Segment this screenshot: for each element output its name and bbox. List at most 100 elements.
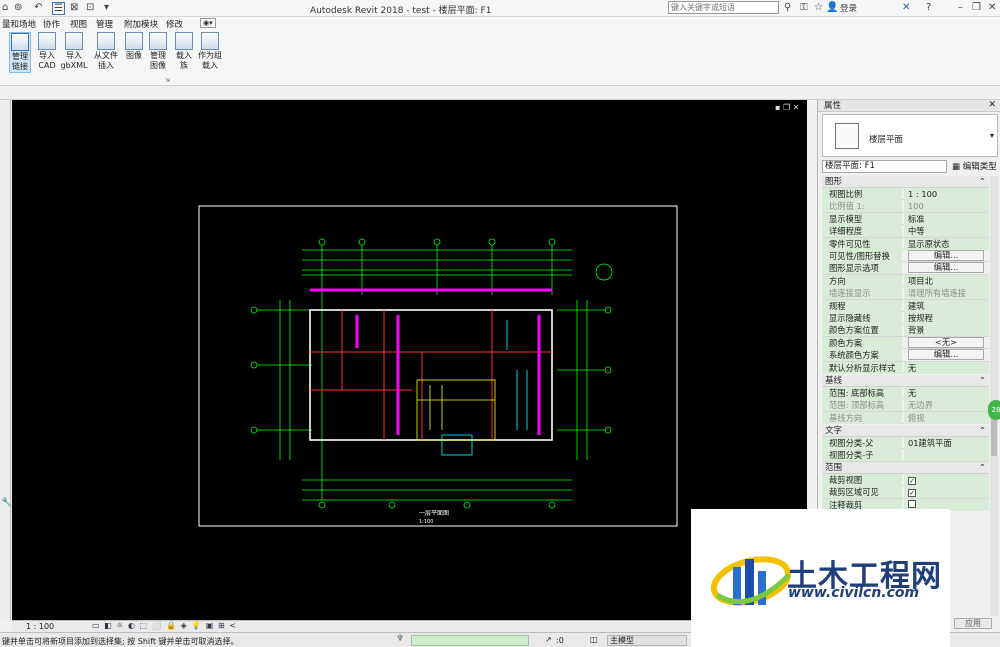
prop-default-analysis-style[interactable]: 默认分析显示样式无: [822, 361, 989, 374]
design-option-select[interactable]: 主模型: [607, 635, 687, 646]
properties-close-icon[interactable]: ✕: [988, 100, 996, 110]
scrollbar-thumb[interactable]: [991, 416, 997, 456]
load-as-group-button[interactable]: 作为组 载入: [197, 32, 223, 71]
undo-icon[interactable]: ↶: [34, 2, 42, 13]
detail-level-icon[interactable]: ▭: [92, 621, 101, 630]
prop-view-category-parent[interactable]: 视图分类-父 01建筑平面: [822, 437, 989, 450]
tab-addins[interactable]: 附加模块: [124, 18, 158, 30]
prop-underlay-orientation[interactable]: 基线方向 俯视: [822, 411, 989, 425]
collapse-icon[interactable]: ⌃: [979, 462, 986, 474]
help-icon[interactable]: ?: [926, 2, 931, 13]
section-underlay[interactable]: 基线 ⌃: [822, 375, 989, 387]
prop-view-category-child[interactable]: 视图分类-子: [822, 449, 989, 462]
prop-orientation[interactable]: 方向 项目北: [822, 274, 989, 288]
type-selector[interactable]: 楼层平面 ▾: [822, 114, 998, 157]
prop-detail-level[interactable]: 详细程度 中等: [822, 225, 989, 238]
import-gbxml-button[interactable]: 导入 gbXML: [60, 32, 88, 71]
crop-region-visible-checkbox[interactable]: ✓: [904, 486, 989, 499]
scroll-left-icon[interactable]: <: [229, 621, 237, 630]
close-hidden-icon[interactable]: ⊠: [70, 2, 78, 13]
prop-parts-visibility[interactable]: 零件可见性 显示原状态: [822, 237, 989, 250]
prop-system-color-schemes[interactable]: 系统颜色方案 编辑...: [822, 349, 989, 362]
thin-lines-icon[interactable]: ☰: [52, 2, 65, 15]
collapse-icon[interactable]: ⌃: [979, 375, 986, 387]
prop-range-top-level[interactable]: 范围: 顶部标高 无边界: [822, 399, 989, 412]
vg-edit-button[interactable]: 编辑...: [908, 250, 984, 261]
prop-graphic-display-options[interactable]: 图形显示选项 编辑...: [822, 262, 989, 275]
worksets-icon[interactable]: ♆: [396, 634, 404, 644]
prop-vg-overrides[interactable]: 可见性/图形替换 编辑...: [822, 250, 989, 263]
prop-view-scale[interactable]: 视图比例 1 : 100: [822, 188, 989, 201]
show-crop-icon[interactable]: ⬜: [152, 621, 163, 630]
reveal-hidden-icon[interactable]: 💡: [191, 621, 202, 630]
prop-range-base-level[interactable]: 范围: 底部标高无: [822, 387, 989, 400]
insert-from-file-button[interactable]: 从文件 插入: [93, 32, 119, 71]
prop-show-hidden-lines[interactable]: 显示隐藏线 按规程: [822, 312, 989, 325]
project-browser-collapsed[interactable]: 🔧: [0, 100, 12, 620]
tab-view[interactable]: 视图: [70, 18, 87, 30]
panel-toggle-icon[interactable]: ◉▾: [200, 18, 216, 28]
collapse-icon[interactable]: ⌃: [979, 176, 986, 188]
panel-launcher-icon[interactable]: ⇲: [165, 77, 170, 84]
prop-value[interactable]: 1 : 100: [904, 188, 989, 200]
image-button[interactable]: 图像: [123, 32, 145, 61]
prop-value[interactable]: 项目北: [904, 274, 989, 287]
sun-path-icon[interactable]: ☼: [116, 621, 124, 630]
view-close-icon[interactable]: ✕: [793, 103, 800, 112]
drawing-canvas[interactable]: 一层平面图 1:100: [12, 100, 807, 620]
binoculars-icon[interactable]: ⚲: [784, 2, 791, 13]
lock-view-icon[interactable]: 🔒: [166, 621, 177, 630]
import-cad-button[interactable]: 导入 CAD: [36, 32, 58, 71]
favorites-star-icon[interactable]: ☆: [814, 2, 823, 13]
prop-display-model[interactable]: 显示模型 标准: [822, 212, 989, 226]
prop-value[interactable]: 显示原状态: [904, 237, 989, 250]
prop-value[interactable]: 按规程: [904, 312, 989, 324]
prop-wall-join-display[interactable]: 墙连接显示 清理所有墙连接: [822, 287, 989, 300]
load-family-button[interactable]: 载入 族: [173, 32, 195, 71]
subscription-icon[interactable]: ⚿: [800, 2, 808, 13]
prop-crop-region-visible[interactable]: 裁剪区域可见 ✓: [822, 486, 989, 499]
apply-button[interactable]: 应用: [954, 618, 992, 629]
section-graphics[interactable]: 图形 ⌃: [822, 176, 989, 188]
temp-hide-icon[interactable]: ◈: [181, 621, 188, 630]
instance-select[interactable]: 楼层平面: F1: [822, 160, 947, 173]
manage-links-button[interactable]: 管理 链接: [9, 32, 31, 73]
system-color-edit-button[interactable]: 编辑...: [908, 349, 984, 361]
manage-images-button[interactable]: 管理 图像: [147, 32, 169, 71]
prop-value[interactable]: 无: [904, 387, 989, 399]
switch-windows-icon[interactable]: ⊡: [86, 2, 94, 13]
tab-massing[interactable]: 量和场地: [2, 18, 36, 30]
tab-manage[interactable]: 管理: [96, 18, 113, 30]
workset-select[interactable]: [411, 635, 529, 646]
chevron-down-icon[interactable]: ▾: [990, 131, 994, 140]
tab-modify[interactable]: 修改: [166, 18, 183, 30]
minimize-icon[interactable]: –: [958, 2, 963, 13]
analysis-icon[interactable]: ▣: [206, 621, 215, 630]
wrench-icon[interactable]: 🔧: [1, 498, 12, 508]
checkbox[interactable]: ✓: [908, 489, 916, 498]
prop-crop-view[interactable]: 裁剪视图 ✓: [822, 474, 989, 487]
prop-discipline[interactable]: 规程 建筑: [822, 299, 989, 312]
checkbox[interactable]: ✓: [908, 477, 916, 485]
tab-collaborate[interactable]: 协作: [43, 18, 60, 30]
prop-value[interactable]: 无: [904, 361, 989, 374]
exchange-apps-icon[interactable]: ✕: [902, 2, 910, 13]
collapse-icon[interactable]: ⌃: [979, 425, 986, 437]
graphic-display-edit-button[interactable]: 编辑...: [908, 262, 984, 274]
view-scale[interactable]: 1 : 100: [26, 622, 54, 631]
prop-value[interactable]: [904, 449, 989, 462]
prop-color-scheme-location[interactable]: 颜色方案位置 背景: [822, 324, 989, 337]
close-icon[interactable]: ✕: [988, 2, 996, 13]
section-text[interactable]: 文字 ⌃: [822, 425, 989, 437]
floating-badge[interactable]: 28: [988, 400, 1000, 420]
constraints-icon[interactable]: ⊞: [218, 621, 226, 630]
checkbox[interactable]: [908, 499, 916, 508]
properties-scrollbar[interactable]: [990, 176, 998, 616]
login-button[interactable]: 登录: [840, 2, 857, 14]
crop-view-checkbox[interactable]: ✓: [904, 474, 989, 486]
edit-type-button[interactable]: ▦ 编辑类型: [952, 160, 997, 172]
prop-scale-value[interactable]: 比例值 1: 100: [822, 200, 989, 213]
prop-value[interactable]: 标准: [904, 212, 989, 225]
view-restore-icon[interactable]: ❐: [783, 103, 790, 112]
search-input[interactable]: [668, 1, 779, 14]
